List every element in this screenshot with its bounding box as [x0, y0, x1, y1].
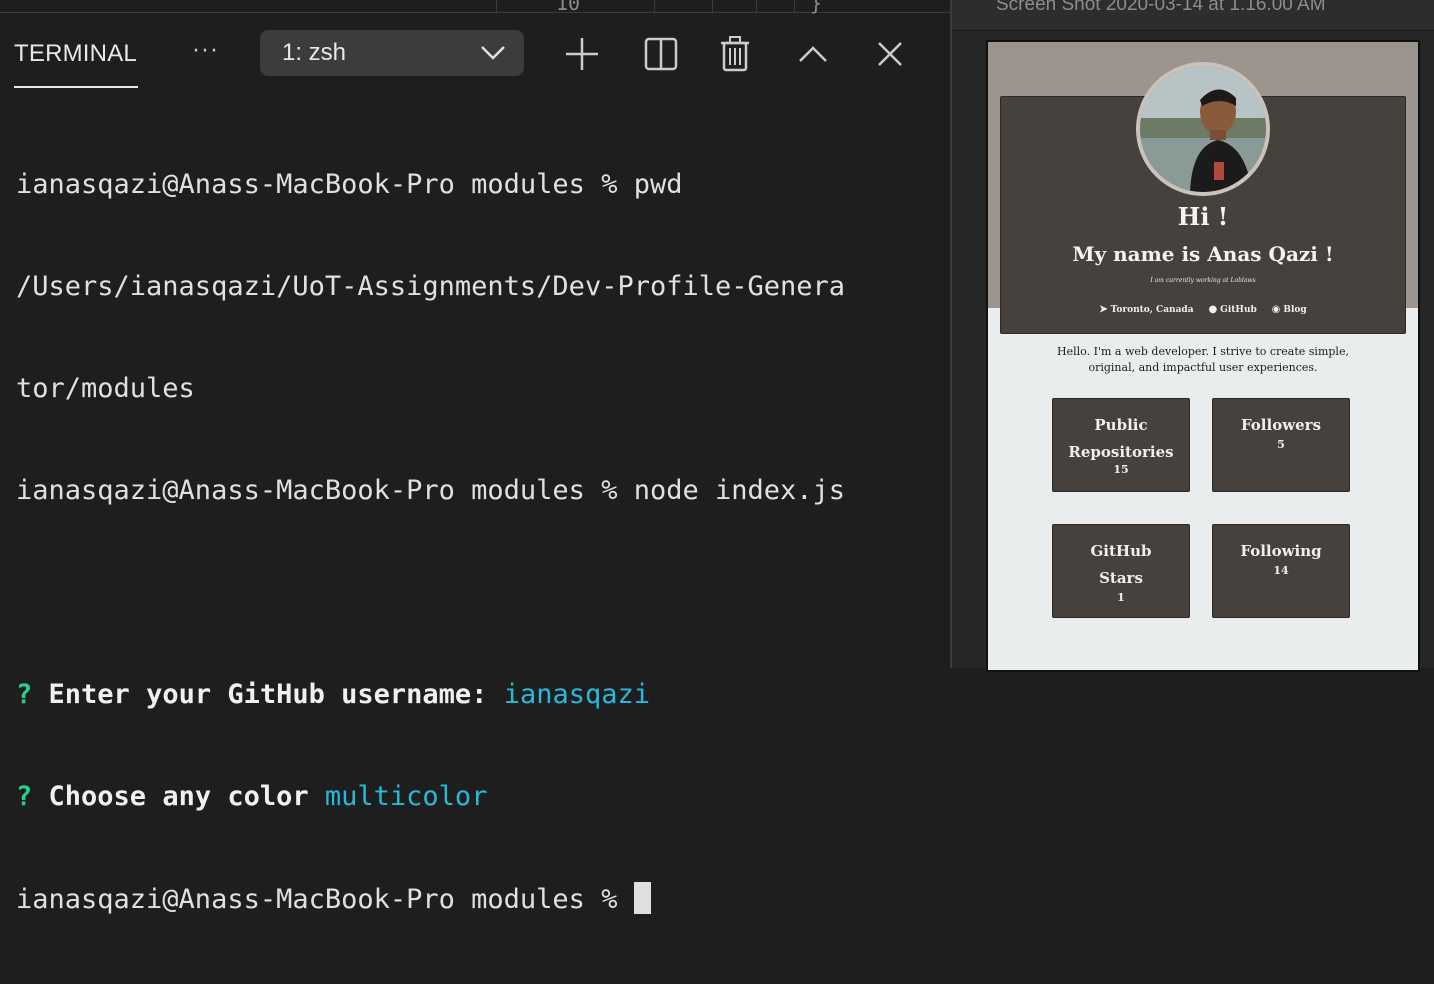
rss-icon: ◉ [1271, 304, 1281, 315]
question-mark: ? [16, 781, 33, 812]
location-link: ➤ Toronto, Canada [1099, 304, 1194, 315]
chevron-up-icon [799, 46, 827, 62]
new-terminal-button[interactable] [562, 34, 602, 74]
profile-greeting: Hi ! [1177, 202, 1229, 231]
split-terminal-button[interactable] [642, 34, 682, 74]
stat-label: Repositories [1068, 443, 1174, 461]
close-panel-button[interactable] [870, 34, 910, 74]
stat-value: 5 [1277, 438, 1285, 451]
github-icon: ● [1208, 304, 1218, 315]
question-mark: ? [16, 679, 33, 710]
divider [712, 0, 713, 12]
chevron-down-icon [481, 46, 505, 60]
stat-label: Following [1240, 542, 1322, 560]
stat-value: 1 [1117, 591, 1125, 604]
profile-links: ➤ Toronto, Canada ● GitHub ◉ Blog [988, 304, 1418, 315]
shell-select-value: 1: zsh [282, 39, 347, 66]
terminal-line: ianasqazi@Anass-MacBook-Pro modules % pw… [16, 169, 683, 200]
divider [794, 0, 795, 12]
bio-line: original, and impactful user experiences… [1088, 361, 1318, 374]
plus-icon [566, 38, 598, 70]
prompt-answer: multicolor [324, 781, 488, 812]
terminal-prompt-line: ? Enter your GitHub username: ianasqazi [16, 678, 936, 712]
kill-terminal-button[interactable] [716, 34, 756, 74]
terminal-line: ianasqazi@Anass-MacBook-Pro modules % [16, 882, 936, 916]
terminal-panel[interactable]: 10 } TERMINAL ··· 1: zsh ianasqazi@Anass… [0, 0, 950, 915]
terminal-header: TERMINAL ··· 1: zsh [0, 12, 950, 88]
trash-icon [721, 36, 749, 72]
shell-prompt: ianasqazi@Anass-MacBook-Pro modules % [16, 884, 634, 915]
stat-value: 14 [1273, 564, 1289, 577]
github-text: GitHub [1220, 305, 1257, 315]
viewer-title-bar: Screen Shot 2020-03-14 at 1.16.00 AM [952, 0, 1434, 31]
viewer-title: Screen Shot 2020-03-14 at 1.16.00 AM [996, 0, 1326, 15]
stat-label: Stars [1099, 569, 1143, 587]
close-icon [878, 42, 902, 66]
maximize-panel-button[interactable] [794, 34, 834, 74]
more-actions-button[interactable]: ··· [188, 34, 224, 70]
divider [496, 0, 497, 12]
terminal-line: tor/modules [16, 373, 195, 404]
terminal-prompt-line: ? Choose any color multicolor [16, 780, 936, 814]
terminal-line: /Users/ianasqazi/UoT-Assignments/Dev-Pro… [16, 271, 846, 302]
stat-public-repositories: Public Repositories 15 [1052, 398, 1190, 492]
bio-line: Hello. I'm a web developer. I strive to … [1057, 345, 1349, 358]
prompt-text: Enter your GitHub username: [48, 679, 488, 710]
location-text: Toronto, Canada [1110, 305, 1194, 315]
stat-github-stars: GitHub Stars 1 [1052, 524, 1190, 618]
tab-active-indicator [14, 86, 138, 88]
split-icon [644, 37, 678, 71]
shell-select[interactable]: 1: zsh [260, 30, 524, 76]
prompt-answer: ianasqazi [503, 679, 651, 710]
profile-name: My name is Anas Qazi ! [1072, 242, 1334, 266]
stat-label: GitHub [1090, 542, 1152, 560]
avatar [1136, 62, 1270, 196]
profile-bio: Hello. I'm a web developer. I strive to … [1028, 344, 1378, 376]
profile-working: I am currently working at Loblaws [1150, 277, 1256, 284]
terminal-output[interactable]: ianasqazi@Anass-MacBook-Pro modules % pw… [16, 100, 936, 984]
prompt-text: Choose any color [48, 781, 309, 812]
github-link: ● GitHub [1208, 304, 1257, 315]
blog-link: ◉ Blog [1271, 304, 1307, 315]
stat-followers: Followers 5 [1212, 398, 1350, 492]
cursor [633, 882, 651, 914]
blog-text: Blog [1283, 305, 1307, 315]
stat-value: 15 [1113, 463, 1129, 476]
location-arrow-icon: ➤ [1099, 304, 1108, 315]
stat-following: Following 14 [1212, 524, 1350, 618]
stat-label: Public [1094, 416, 1148, 434]
divider [654, 0, 655, 12]
tab-terminal[interactable]: TERMINAL [14, 40, 137, 68]
image-viewer: Screen Shot 2020-03-14 at 1.16.00 AM Hi … [952, 0, 1434, 672]
terminal-line: ianasqazi@Anass-MacBook-Pro modules % no… [16, 475, 846, 506]
divider [756, 0, 757, 12]
stat-label: Followers [1240, 416, 1322, 434]
profile-screenshot: Hi ! My name is Anas Qazi ! I am current… [986, 40, 1420, 672]
